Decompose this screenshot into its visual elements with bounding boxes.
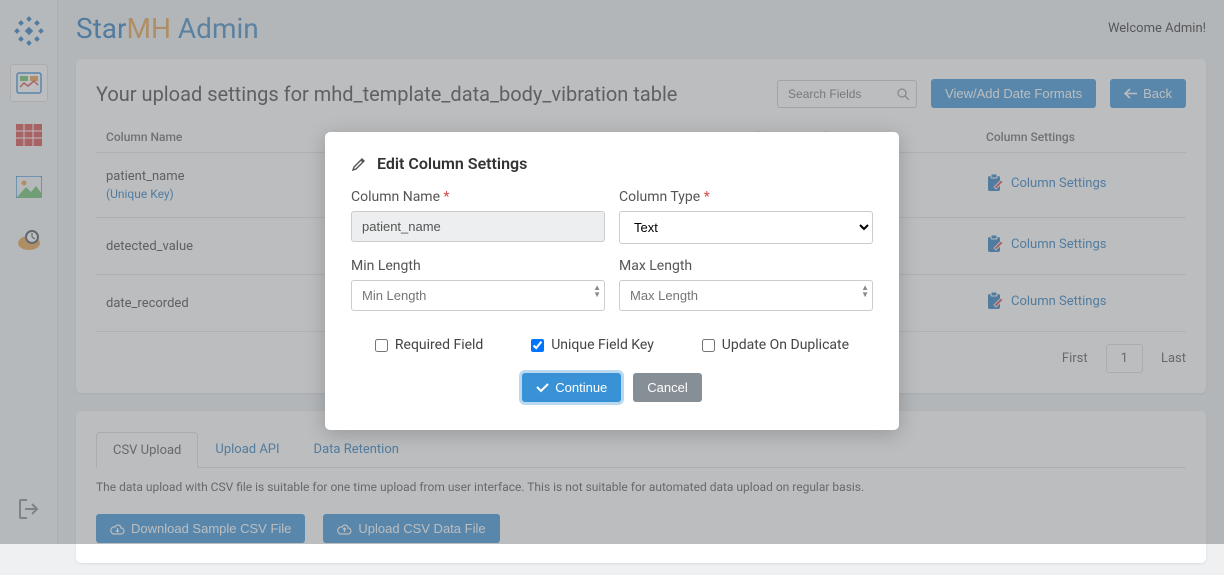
check-required[interactable]: Required Field — [375, 337, 483, 353]
input-col-name[interactable] — [351, 211, 605, 242]
check-icon — [536, 382, 549, 393]
label-max-len: Max Length — [619, 258, 873, 274]
edit-column-modal: Edit Column Settings Column Name * Colum… — [325, 132, 899, 430]
label-col-type: Column Type * — [619, 189, 873, 205]
modal-title: Edit Column Settings — [351, 154, 873, 173]
cancel-button[interactable]: Cancel — [633, 373, 701, 402]
check-unique[interactable]: Unique Field Key — [531, 337, 654, 353]
label-col-name: Column Name * — [351, 189, 605, 205]
modal-overlay: Edit Column Settings Column Name * Colum… — [0, 0, 1224, 544]
input-min-len[interactable] — [351, 280, 605, 311]
checkbox-unique[interactable] — [531, 339, 544, 352]
checkbox-required[interactable] — [375, 339, 388, 352]
input-max-len[interactable] — [619, 280, 873, 311]
checkbox-update-dup[interactable] — [702, 339, 715, 352]
label-min-len: Min Length — [351, 258, 605, 274]
select-col-type[interactable]: Text — [619, 211, 873, 244]
continue-button[interactable]: Continue — [522, 373, 621, 402]
pencil-icon — [351, 156, 367, 172]
spinner-icon[interactable]: ▲▼ — [593, 284, 601, 298]
spinner-icon[interactable]: ▲▼ — [861, 284, 869, 298]
check-update-dup[interactable]: Update On Duplicate — [702, 337, 849, 353]
